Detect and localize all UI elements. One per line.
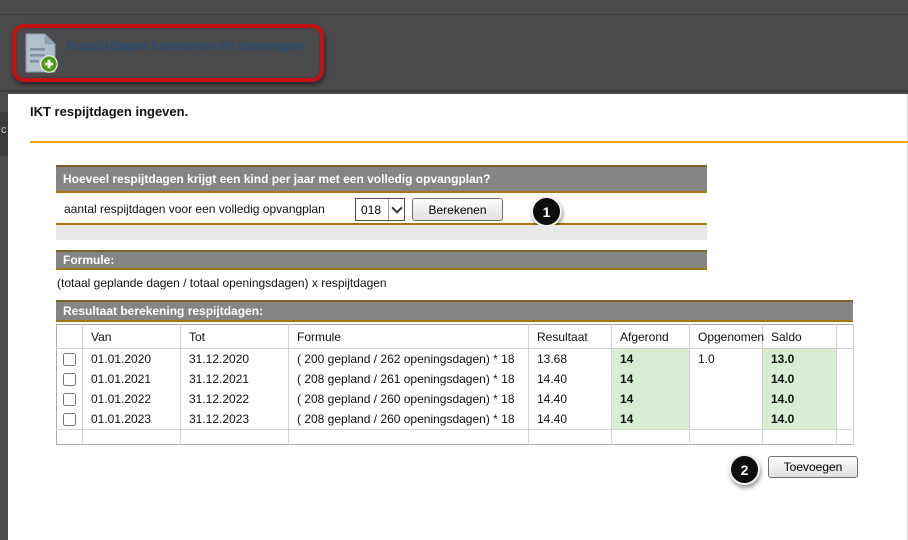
cell-saldo: 14.0 bbox=[763, 369, 837, 389]
application-window: Respijtdagen berekenen en toevoegen c IK… bbox=[0, 0, 908, 540]
cell-tot: 31.12.2022 bbox=[181, 389, 289, 409]
cell-van: 01.01.2020 bbox=[83, 349, 181, 370]
col-header-formule: Formule bbox=[289, 325, 529, 349]
cell-resultaat: 14.40 bbox=[529, 369, 612, 389]
row-checkbox[interactable] bbox=[63, 353, 76, 366]
footer-cell bbox=[763, 430, 837, 445]
cell-opgenomen bbox=[690, 369, 763, 389]
results-section-header: Resultaat berekening respijtdagen: bbox=[56, 300, 853, 322]
cell-saldo: 13.0 bbox=[763, 349, 837, 370]
cell-formule: ( 208 gepland / 260 openingsdagen) * 18 bbox=[289, 389, 529, 409]
top-toolbar: Respijtdagen berekenen en toevoegen bbox=[0, 0, 908, 94]
table-row: 01.01.202231.12.2022( 208 gepland / 260 … bbox=[57, 389, 854, 409]
cell-resultaat: 13.68 bbox=[529, 349, 612, 370]
formula-text: (totaal geplande dagen / totaal openings… bbox=[57, 276, 387, 290]
question-row: aantal respijtdagen voor een volledig op… bbox=[56, 193, 707, 225]
footer-cell bbox=[289, 430, 529, 445]
row-checkbox[interactable] bbox=[63, 393, 76, 406]
document-add-icon bbox=[24, 33, 58, 78]
cell-afgerond: 14 bbox=[612, 409, 690, 430]
cell-trailing bbox=[837, 369, 854, 389]
col-header-trailing bbox=[837, 325, 854, 349]
footer-cell bbox=[181, 430, 289, 445]
cell-trailing bbox=[837, 349, 854, 370]
footer-cell bbox=[529, 430, 612, 445]
cell-van: 01.01.2023 bbox=[83, 409, 181, 430]
table-row: 01.01.202131.12.2021( 208 gepland / 261 … bbox=[57, 369, 854, 389]
respijtdagen-label: aantal respijtdagen voor een volledig op… bbox=[64, 202, 325, 216]
cell-opgenomen bbox=[690, 409, 763, 430]
cell-tot: 31.12.2023 bbox=[181, 409, 289, 430]
cell-formule: ( 200 gepland / 262 openingsdagen) * 18 bbox=[289, 349, 529, 370]
row-select-cell bbox=[57, 409, 83, 430]
title-separator bbox=[30, 141, 908, 143]
table-row: 01.01.202331.12.2023( 208 gepland / 260 … bbox=[57, 409, 854, 430]
step-badge-2: 2 bbox=[729, 454, 760, 485]
cell-opgenomen: 1.0 bbox=[690, 349, 763, 370]
respijtdagen-toolbar-button[interactable]: Respijtdagen berekenen en toevoegen bbox=[24, 31, 314, 75]
footer-cell bbox=[57, 430, 83, 445]
col-header-tot: Tot bbox=[181, 325, 289, 349]
footer-cell bbox=[83, 430, 181, 445]
cell-resultaat: 14.40 bbox=[529, 389, 612, 409]
table-row: 01.01.202031.12.2020( 200 gepland / 262 … bbox=[57, 349, 854, 370]
row-select-cell bbox=[57, 389, 83, 409]
formule-section-header: Formule: bbox=[56, 250, 707, 270]
step-badge-1: 1 bbox=[531, 196, 562, 227]
cell-tot: 31.12.2021 bbox=[181, 369, 289, 389]
row-checkbox[interactable] bbox=[63, 413, 76, 426]
cell-afgerond: 14 bbox=[612, 369, 690, 389]
col-header-van: Van bbox=[83, 325, 181, 349]
cell-van: 01.01.2021 bbox=[83, 369, 181, 389]
cell-trailing bbox=[837, 389, 854, 409]
cell-opgenomen bbox=[690, 389, 763, 409]
toolbar-bottom-edge bbox=[0, 90, 908, 92]
footer-cell bbox=[612, 430, 690, 445]
cell-formule: ( 208 gepland / 261 openingsdagen) * 18 bbox=[289, 369, 529, 389]
cell-afgerond: 14 bbox=[612, 349, 690, 370]
select-column-header bbox=[57, 325, 83, 349]
row-checkbox[interactable] bbox=[63, 373, 76, 386]
footer-cell bbox=[837, 430, 854, 445]
chevron-down-icon bbox=[388, 199, 404, 220]
col-header-resultaat: Resultaat bbox=[529, 325, 612, 349]
cell-formule: ( 208 gepland / 260 openingsdagen) * 18 bbox=[289, 409, 529, 430]
table-footer-row bbox=[57, 430, 854, 445]
cell-trailing bbox=[837, 409, 854, 430]
results-table-body: 01.01.202031.12.2020( 200 gepland / 262 … bbox=[57, 349, 854, 445]
respijtdagen-select-value: 018 bbox=[356, 199, 388, 220]
cell-resultaat: 14.40 bbox=[529, 409, 612, 430]
question-section-header: Hoeveel respijtdagen krijgt een kind per… bbox=[56, 165, 707, 193]
col-header-saldo: Saldo bbox=[763, 325, 837, 349]
respijtdagen-select[interactable]: 018 bbox=[355, 198, 405, 221]
toolbar-button-label: Respijtdagen berekenen en toevoegen bbox=[66, 38, 304, 53]
cell-van: 01.01.2022 bbox=[83, 389, 181, 409]
col-header-afgerond: Afgerond bbox=[612, 325, 690, 349]
berekenen-button[interactable]: Berekenen bbox=[412, 198, 503, 221]
section-spacer-strip bbox=[56, 225, 707, 240]
row-select-cell bbox=[57, 349, 83, 370]
row-select-cell bbox=[57, 369, 83, 389]
sidebar-clipped-text: c bbox=[1, 124, 7, 136]
sidebar-sliver: c bbox=[0, 94, 8, 540]
cell-afgerond: 14 bbox=[612, 389, 690, 409]
page-title: IKT respijtdagen ingeven. bbox=[30, 104, 188, 119]
cell-saldo: 14.0 bbox=[763, 409, 837, 430]
toevoegen-button[interactable]: Toevoegen bbox=[768, 456, 858, 478]
col-header-opgenomen: Opgenomen bbox=[690, 325, 763, 349]
footer-cell bbox=[690, 430, 763, 445]
toolbar-divider bbox=[0, 14, 908, 15]
results-table: Van Tot Formule Resultaat Afgerond Opgen… bbox=[56, 324, 854, 445]
cell-saldo: 14.0 bbox=[763, 389, 837, 409]
table-header-row: Van Tot Formule Resultaat Afgerond Opgen… bbox=[57, 325, 854, 349]
cell-tot: 31.12.2020 bbox=[181, 349, 289, 370]
